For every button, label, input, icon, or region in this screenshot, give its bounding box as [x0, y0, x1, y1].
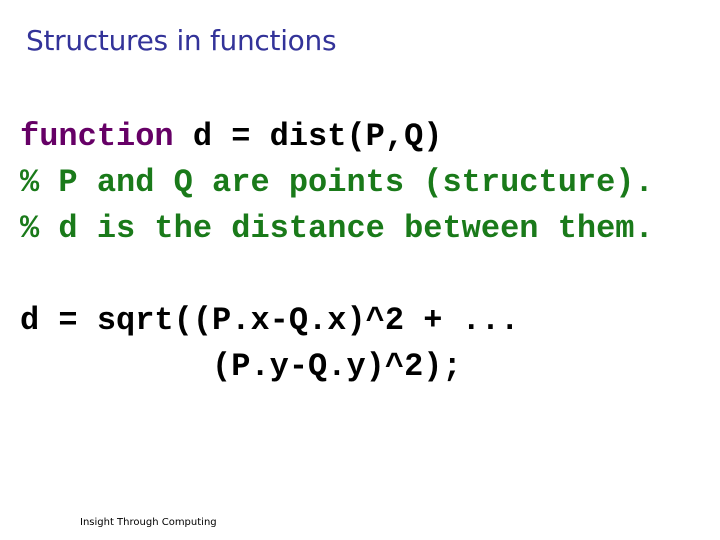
- code-line-function-signature: function d = dist(P,Q): [20, 114, 442, 160]
- code-comment-line: % d is the distance between them.: [20, 210, 654, 247]
- code-line-statement: d = sqrt((P.x-Q.x)^2 + ...: [20, 302, 520, 339]
- keyword-function: function: [20, 118, 174, 155]
- code-line-continuation: (P.y-Q.y)^2);: [20, 348, 462, 385]
- function-signature: d = dist(P,Q): [173, 118, 443, 155]
- code-comment-line: % P and Q are points (structure).: [20, 164, 654, 201]
- slide-title: Structures in functions: [26, 24, 337, 57]
- slide-footer: Insight Through Computing: [80, 517, 217, 528]
